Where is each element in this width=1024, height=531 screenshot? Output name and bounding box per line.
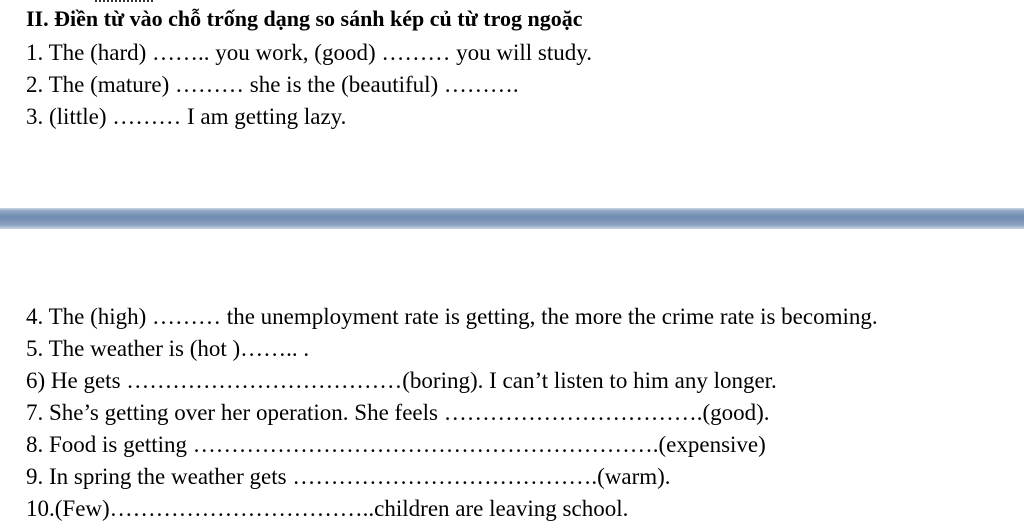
exercise-item-4: 4. The (high) ……… the unemployment rate …: [26, 304, 878, 329]
exercise-item-10: 10.(Few)……………………………..children are leavin…: [26, 496, 629, 521]
exercise-item-7: 7. She’s getting over her operation. She…: [26, 400, 770, 425]
exercise-item-3: 3. (little) ……… I am getting lazy.: [26, 104, 347, 129]
exercise-item-1: 1. The (hard) …….. you work, (good) ……… …: [26, 40, 592, 65]
exercise-item-6: 6) He gets ………………………………(boring). I can’t…: [26, 368, 777, 393]
exercise-heading: II. Điền từ vào chỗ trống dạng so sánh k…: [26, 6, 583, 31]
document-page-bottom[interactable]: 4. The (high) ……… the unemployment rate …: [0, 232, 1024, 531]
page-edge-mark: [95, 0, 155, 2]
document-page: II. Điền từ vào chỗ trống dạng so sánh k…: [0, 0, 1024, 531]
exercise-item-8: 8. Food is getting …………………………………………………….…: [26, 432, 766, 457]
exercise-item-2: 2. The (mature) ……… she is the (beautifu…: [26, 72, 519, 97]
exercise-item-5: 5. The weather is (hot )…….. .: [26, 336, 310, 361]
document-page-top: II. Điền từ vào chỗ trống dạng so sánh k…: [0, 0, 1024, 205]
exercise-item-9: 9. In spring the weather gets ……………………………: [26, 464, 671, 489]
page-break-separator: [0, 205, 1024, 232]
